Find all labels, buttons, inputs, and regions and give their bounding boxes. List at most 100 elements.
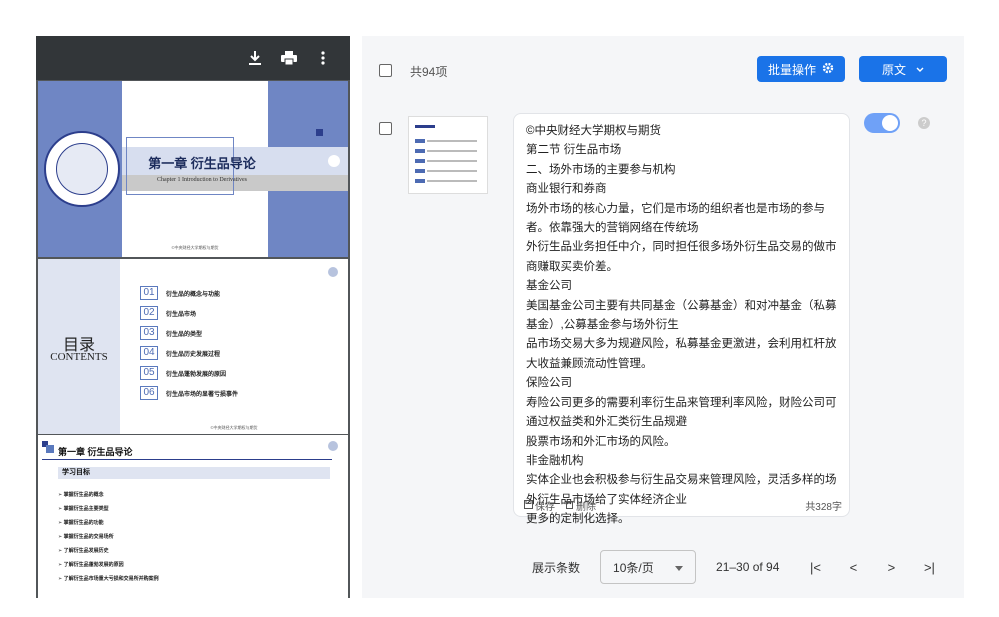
save-label: 保存 (535, 502, 555, 513)
text-line: 寿险公司更多的需要利率衍生品来管理利率风险，财险公司可 (526, 396, 837, 409)
text-line: 通过权益类和外汇类衍生品规避 (526, 416, 687, 429)
batch-operation-label: 批量操作 (767, 62, 816, 77)
save-button[interactable]: 保存 (524, 498, 555, 513)
extracted-text[interactable]: ©中央财经大学期权与期货 第二节 衍生品市场 二、场外市场的主要参与机构 商业银行和券… (526, 122, 846, 530)
text-line: 大收益兼顾流动性管理。 (526, 357, 653, 370)
save-icon (524, 499, 533, 512)
first-page-button[interactable]: |< (807, 560, 823, 575)
select-all-checkbox[interactable] (379, 64, 392, 77)
help-icon[interactable]: ? (918, 117, 930, 129)
delete-label: 删除 (576, 502, 596, 513)
pdf-page-3: 第一章 衍生品导论 学习目标 ➢ 掌握衍生品的概念 ➢ 掌握衍生品主要类型 ➢ … (38, 435, 348, 598)
contents-item: 05 衍生品蓬勃发展的原因 (140, 365, 238, 381)
char-count: 共328字 (805, 502, 842, 513)
text-line: 者。依靠强大的营销网络在传统场 (526, 222, 699, 235)
prev-page-button[interactable]: < (845, 560, 861, 575)
text-line: 第二节 衍生品市场 (526, 144, 622, 157)
pagination: 展示条数 10条/页 21–30 of 94 |< < > >| (532, 550, 959, 584)
logo-icon (328, 267, 338, 277)
contents-number: 01 (140, 286, 158, 300)
original-dropdown-button[interactable]: 原文 (859, 56, 947, 82)
objective-item: ➢ 了解衍生品市场重大亏损和交易所并购案例 (58, 576, 159, 582)
contents-number: 06 (140, 386, 158, 400)
records-panel: 共94项 批量操作 原文 ©中央财经大学期权与期货 第二节 衍生品市场 二、场外市场… (362, 36, 964, 598)
objectives-list: ➢ 掌握衍生品的概念 ➢ 掌握衍生品主要类型 ➢ 掌握衍生品的功能 ➢ 掌握衍生… (58, 491, 159, 589)
text-line: 更多的定制化选择。 (526, 513, 630, 526)
text-line: 非金融机构 (526, 454, 584, 467)
contents-item: 02 衍生品市场 (140, 305, 238, 321)
pdf-page-1: 第一章 衍生品导论 Chapter 1 Introduction to Deri… (38, 81, 348, 257)
slide-footer: ©中央财经大学期权与期货 (210, 425, 258, 430)
download-icon[interactable] (246, 49, 264, 67)
contents-subtitle: CONTENTS (50, 351, 108, 363)
delete-button[interactable]: 删除 (565, 498, 596, 513)
record-toggle[interactable] (864, 113, 900, 133)
record-checkbox[interactable] (379, 122, 392, 135)
text-line: 股票市场和外汇市场的风险。 (526, 435, 676, 448)
logo-icon (328, 155, 340, 167)
contents-number: 05 (140, 366, 158, 380)
contents-number: 03 (140, 326, 158, 340)
contents-number: 02 (140, 306, 158, 320)
viewer-toolbar (36, 36, 350, 80)
pdf-page-2: 目录 CONTENTS 01 衍生品的概念与功能 02 衍生品市场 03 衍生品的类型… (38, 259, 348, 434)
contents-label: 衍生品市场 (166, 311, 197, 318)
page-size-select[interactable]: 10条/页 (600, 550, 697, 584)
contents-number: 04 (140, 346, 158, 360)
text-line: 美国基金公司主要有共同基金（公募基金）和对冲基金（私募 (526, 299, 837, 312)
card-footer: 保存 删除 共328字 (524, 498, 842, 513)
slide-title: 第一章 衍生品导论 (148, 156, 256, 171)
last-page-button[interactable]: >| (921, 560, 937, 575)
batch-operation-button[interactable]: 批量操作 (757, 56, 845, 82)
contents-label: 衍生品的概念与功能 (166, 291, 221, 298)
contents-label: 衍生品市场的显著亏损事件 (166, 391, 239, 398)
objective-item: ➢ 掌握衍生品的交易场所 (58, 534, 114, 540)
contents-item: 03 衍生品的类型 (140, 325, 238, 341)
pdf-viewer: 第一章 衍生品导论 Chapter 1 Introduction to Deri… (36, 36, 350, 598)
text-line: 保险公司 (526, 377, 572, 390)
text-line: ©中央财经大学期权与期货 (526, 125, 661, 137)
trash-icon (565, 500, 574, 512)
slide-footer: ©中央财经大学期权与期货 (171, 245, 219, 250)
slide-subtitle: Chapter 1 Introduction to Derivatives (157, 177, 247, 183)
page-range: 21–30 of 94 (716, 560, 780, 574)
contents-item: 04 衍生品历史发展过程 (140, 345, 238, 361)
contents-item: 06 衍生品市场的显著亏损事件 (140, 385, 238, 401)
text-line: 场外市场的核心力量，它们是市场的组织者也是市场的参与 (526, 202, 825, 215)
text-line: 品市场交易大多为规避风险，私募基金更激进，会利用杠杆放 (526, 338, 837, 351)
decor-square (46, 445, 54, 453)
university-seal-logo (44, 131, 120, 207)
original-label: 原文 (881, 62, 906, 77)
print-icon[interactable] (280, 49, 298, 67)
next-page-button[interactable]: > (883, 560, 899, 575)
slide-title: 第一章 衍生品导论 (58, 447, 133, 457)
gear-icon (822, 62, 834, 77)
contents-label: 衍生品的类型 (166, 331, 203, 338)
contents-label: 衍生品历史发展过程 (166, 351, 221, 358)
page-size-value: 10条/页 (613, 560, 654, 575)
caret-down-icon (675, 560, 684, 574)
more-vert-icon[interactable] (314, 49, 332, 67)
objective-item: ➢ 掌握衍生品主要类型 (58, 506, 109, 512)
total-count: 共94项 (410, 65, 448, 79)
page-size-label: 展示条数 (532, 560, 581, 575)
objective-item: ➢ 掌握衍生品的功能 (58, 520, 104, 526)
contents-label: 衍生品蓬勃发展的原因 (166, 371, 227, 378)
page-thumbnail[interactable] (408, 116, 488, 194)
chevron-down-icon (916, 62, 924, 76)
text-line: 商业银行和券商 (526, 183, 607, 196)
contents-list: 01 衍生品的概念与功能 02 衍生品市场 03 衍生品的类型 04 衍生品历史发展过程… (140, 285, 238, 405)
extracted-text-card[interactable]: ©中央财经大学期权与期货 第二节 衍生品市场 二、场外市场的主要参与机构 商业银行和券… (513, 113, 850, 525)
objective-item: ➢ 了解衍生品发展历史 (58, 548, 109, 554)
text-line: 实体企业也会积极参与衍生品交易来管理风险，灵活多样的场 (526, 474, 837, 487)
objective-item: ➢ 掌握衍生品的概念 (58, 492, 104, 498)
text-line: 商赚取买卖价差。 (526, 260, 618, 273)
text-line: 外衍生品业务担任中介，同时担任很多场外衍生品交易的做市 (526, 241, 837, 254)
objective-item: ➢ 了解衍生品蓬勃发展的原因 (58, 562, 124, 568)
contents-item: 01 衍生品的概念与功能 (140, 285, 238, 301)
objectives-heading: 学习目标 (58, 467, 330, 479)
decor-square (316, 129, 323, 136)
logo-icon (328, 441, 338, 451)
text-line: 基金）,公募基金参与场外衍生 (526, 319, 679, 332)
text-line: 基金公司 (526, 280, 572, 293)
